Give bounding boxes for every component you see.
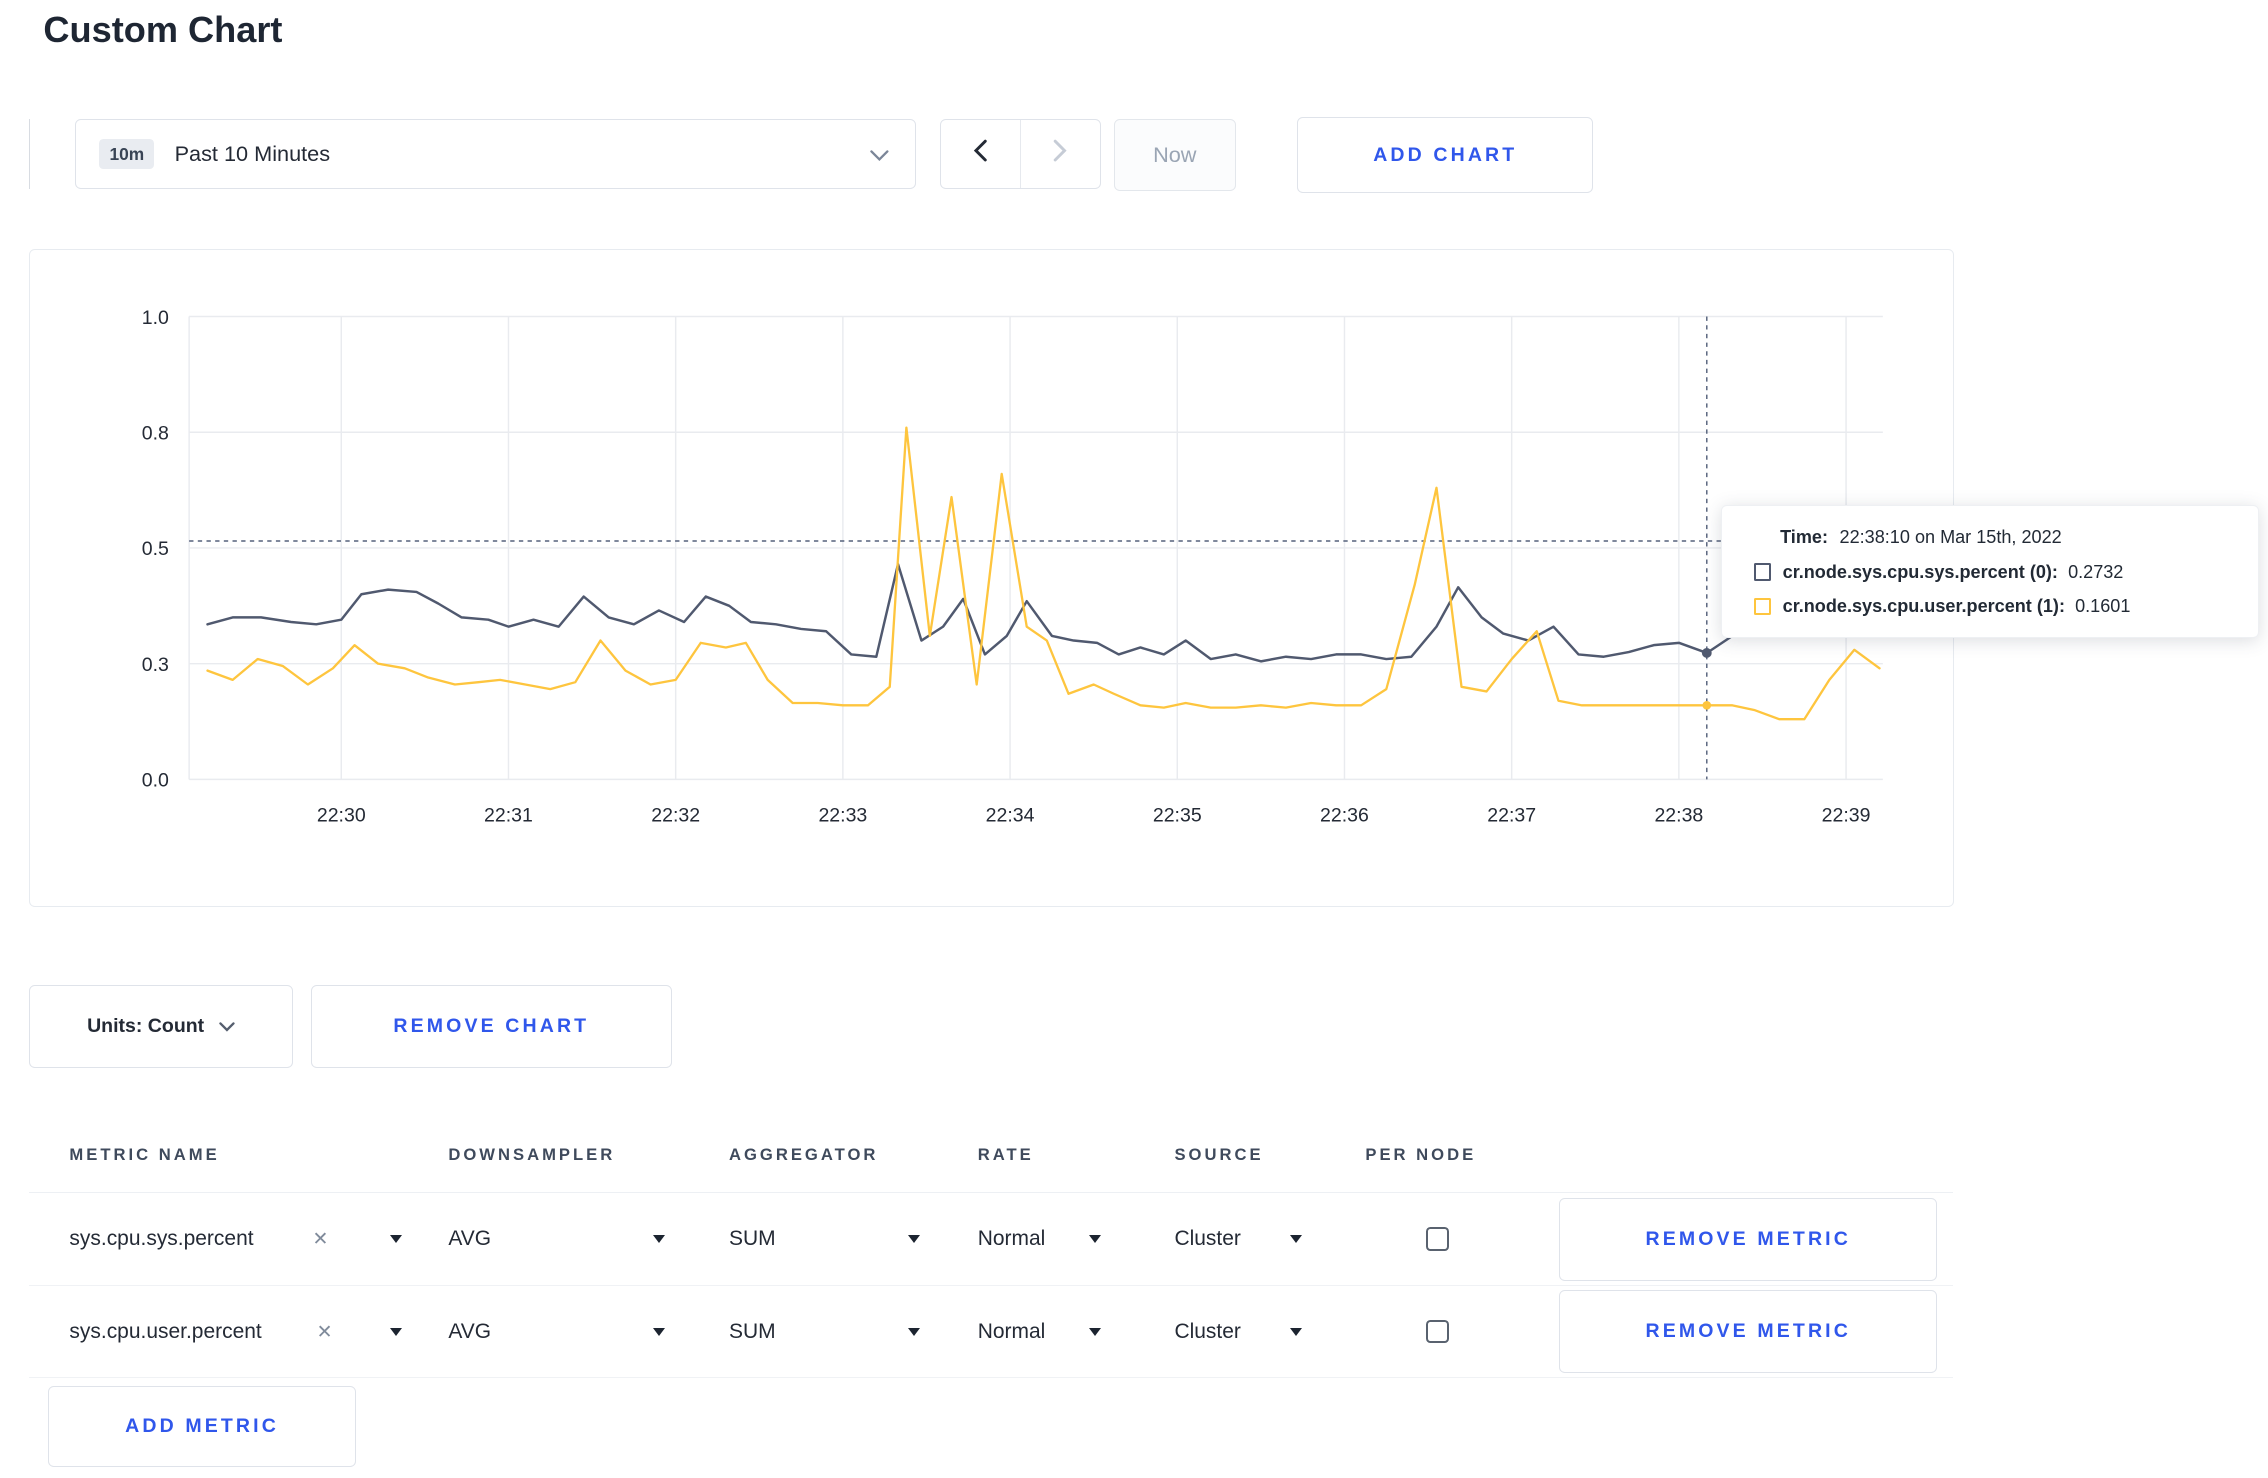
per-node-checkbox[interactable] [1426, 1320, 1450, 1344]
source-value: Cluster [1174, 1227, 1241, 1251]
rate-value: Normal [977, 1319, 1046, 1343]
series-swatch-icon [1754, 563, 1772, 581]
series-swatch-icon [1754, 597, 1772, 615]
units-select[interactable]: Units: Count [28, 985, 293, 1069]
svg-text:22:38: 22:38 [1654, 804, 1703, 826]
svg-text:0.5: 0.5 [142, 538, 169, 560]
svg-text:0.0: 0.0 [142, 769, 169, 791]
svg-text:22:37: 22:37 [1487, 804, 1536, 826]
time-range-badge: 10m [99, 139, 155, 169]
chart-panel[interactable]: 22:30 22:31 22:32 22:33 22:34 22:35 22:36 22:37… [28, 248, 1955, 907]
svg-text:22:30: 22:30 [317, 804, 366, 826]
time-range-label: Past 10 Minutes [174, 141, 331, 167]
svg-text:22:32: 22:32 [651, 804, 700, 826]
per-node-checkbox[interactable] [1426, 1227, 1450, 1251]
col-header-aggregator: AGGREGATOR [728, 1145, 879, 1165]
remove-metric-button[interactable]: REMOVE METRIC [1559, 1197, 1938, 1281]
metrics-table: METRIC NAME DOWNSAMPLER AGGREGATOR RATE … [28, 1118, 1953, 1379]
metric-name-select[interactable]: sys.cpu.sys.percent ✕ [69, 1227, 403, 1251]
tooltip-series-row: cr.node.sys.cpu.sys.percent (0): 0.2732 [1754, 562, 2232, 583]
svg-text:22:33: 22:33 [818, 804, 867, 826]
tooltip-time: Time: 22:38:10 on Mar 15th, 2022 [1780, 527, 2232, 548]
source-select[interactable]: Cluster [1174, 1227, 1302, 1251]
time-range-select[interactable]: 10m Past 10 Minutes [75, 118, 916, 190]
caret-down-icon [1088, 1235, 1101, 1243]
toolbar-divider [28, 118, 31, 190]
metric-name-select[interactable]: sys.cpu.user.percent ✕ [69, 1319, 403, 1344]
col-header-per-node: PER NODE [1365, 1145, 1477, 1165]
tooltip-series-name: cr.node.sys.cpu.sys.percent (0): [1782, 561, 2058, 582]
remove-metric-button[interactable]: REMOVE METRIC [1559, 1290, 1938, 1374]
aggregator-select[interactable]: SUM [729, 1227, 920, 1251]
chevron-right-icon [1053, 139, 1067, 168]
downsampler-value: AVG [448, 1227, 492, 1251]
caret-down-icon [390, 1235, 403, 1243]
step-forward-button[interactable] [1021, 120, 1100, 189]
tooltip-time-value: 22:38:10 on Mar 15th, 2022 [1839, 527, 2062, 548]
caret-down-icon [907, 1327, 920, 1336]
tooltip-series-value: 0.2732 [2068, 561, 2124, 582]
chart-tooltip: Time: 22:38:10 on Mar 15th, 2022 cr.node.… [1721, 504, 2260, 638]
chevron-down-icon [218, 1015, 235, 1038]
close-icon[interactable]: ✕ [317, 1321, 333, 1343]
caret-down-icon [390, 1327, 403, 1336]
metrics-table-header: METRIC NAME DOWNSAMPLER AGGREGATOR RATE … [28, 1118, 1953, 1194]
caret-down-icon [653, 1235, 666, 1243]
tooltip-series-row: cr.node.sys.cpu.user.percent (1): 0.1601 [1754, 596, 2232, 617]
aggregator-value: SUM [728, 1319, 776, 1343]
caret-down-icon [907, 1235, 920, 1243]
step-back-button[interactable] [941, 119, 1021, 189]
svg-text:22:31: 22:31 [484, 804, 533, 826]
close-icon[interactable]: ✕ [313, 1228, 329, 1250]
caret-down-icon [653, 1327, 666, 1336]
col-header-source: SOURCE [1174, 1145, 1264, 1165]
svg-text:0.3: 0.3 [142, 654, 169, 676]
col-header-rate: RATE [977, 1145, 1034, 1165]
aggregator-select[interactable]: SUM [729, 1320, 920, 1344]
svg-text:22:36: 22:36 [1320, 804, 1369, 826]
chart-svg: 22:30 22:31 22:32 22:33 22:34 22:35 22:36 22:37… [142, 307, 1883, 826]
svg-text:22:34: 22:34 [986, 804, 1035, 826]
custom-chart-page: Custom Chart 10m Past 10 Minutes Now ADD… [0, 0, 2268, 1478]
remove-chart-button[interactable]: REMOVE CHART [310, 985, 672, 1069]
rate-select[interactable]: Normal [978, 1320, 1101, 1344]
svg-text:0.8: 0.8 [142, 422, 169, 444]
caret-down-icon [1289, 1235, 1302, 1243]
tooltip-time-label: Time: [1780, 527, 1828, 548]
chevron-left-icon [973, 139, 988, 168]
add-chart-button[interactable]: ADD CHART [1297, 117, 1594, 193]
downsampler-select[interactable]: AVG [448, 1319, 666, 1344]
downsampler-select[interactable]: AVG [448, 1227, 666, 1251]
table-row: sys.cpu.user.percent ✕ AVG SUM Normal Cl… [28, 1286, 1953, 1379]
source-select[interactable]: Cluster [1174, 1319, 1302, 1344]
units-label: Units: Count [87, 1015, 205, 1038]
add-metric-button[interactable]: ADD METRIC [47, 1385, 357, 1468]
tooltip-series-name: cr.node.sys.cpu.user.percent (1): [1782, 595, 2065, 616]
svg-text:1.0: 1.0 [142, 307, 169, 329]
page-title: Custom Chart [43, 8, 283, 50]
now-button[interactable]: Now [1113, 118, 1236, 192]
time-step-buttons [940, 118, 1101, 190]
rate-value: Normal [977, 1227, 1046, 1251]
tooltip-series-value: 0.1601 [2075, 595, 2131, 616]
source-value: Cluster [1174, 1319, 1241, 1343]
downsampler-value: AVG [448, 1319, 492, 1343]
col-header-downsampler: DOWNSAMPLER [448, 1145, 616, 1165]
col-header-metric-name: METRIC NAME [69, 1145, 220, 1165]
aggregator-value: SUM [728, 1227, 776, 1251]
svg-text:22:35: 22:35 [1153, 804, 1202, 826]
caret-down-icon [1289, 1327, 1302, 1336]
metric-name-value: sys.cpu.sys.percent [69, 1227, 254, 1251]
caret-down-icon [1088, 1327, 1101, 1336]
rate-select[interactable]: Normal [978, 1227, 1101, 1251]
chevron-down-icon [870, 141, 889, 168]
svg-text:22:39: 22:39 [1822, 804, 1871, 826]
table-row: sys.cpu.sys.percent ✕ AVG SUM Normal Clu… [28, 1193, 1953, 1286]
metric-name-value: sys.cpu.user.percent [69, 1319, 262, 1343]
